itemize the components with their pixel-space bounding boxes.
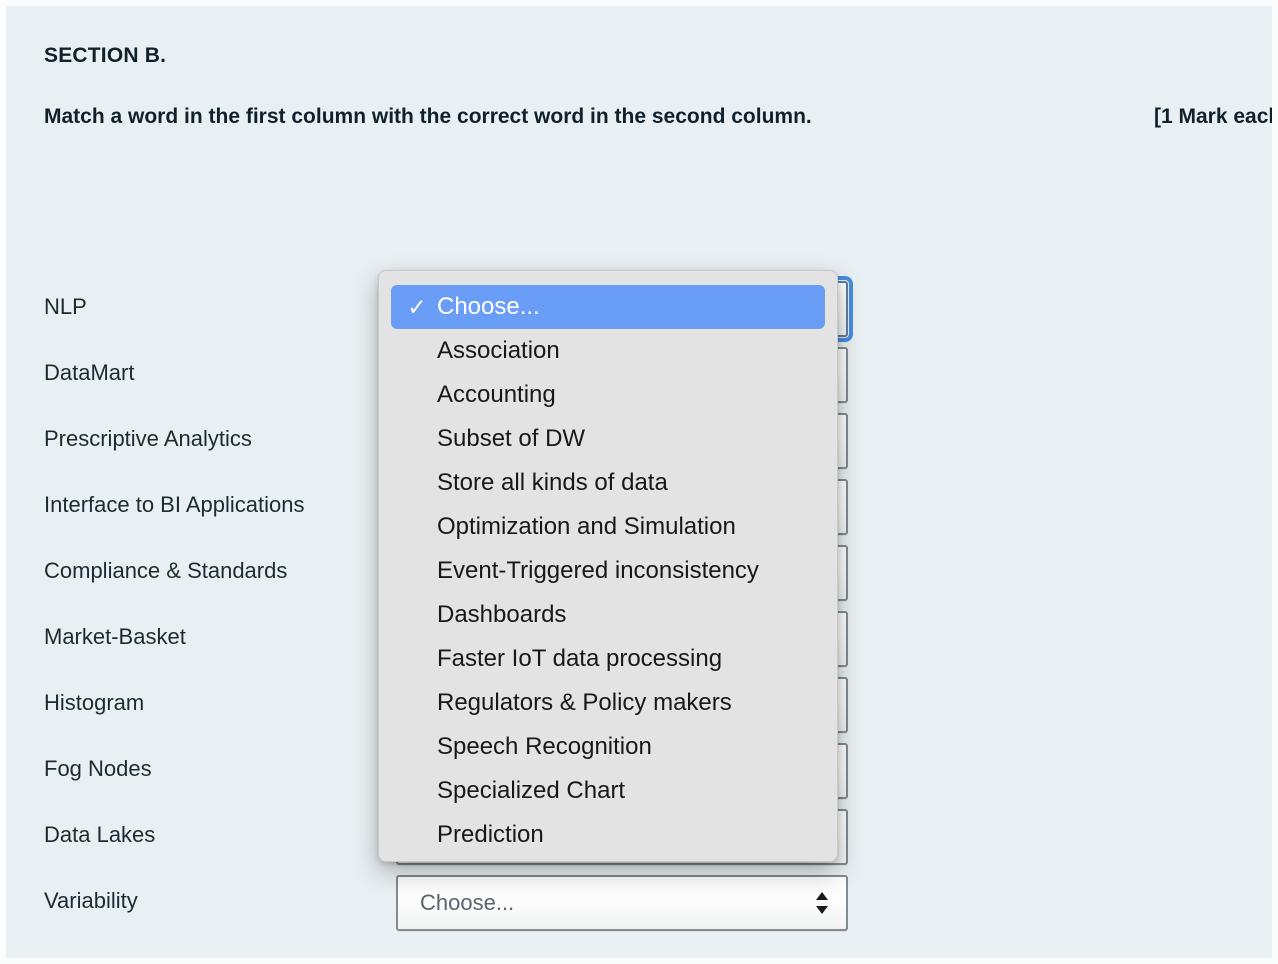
dropdown-option[interactable]: Association — [391, 329, 825, 373]
dropdown-option[interactable]: Optimization and Simulation — [391, 505, 825, 549]
instruction-text: Match a word in the first column with th… — [44, 105, 812, 128]
dropdown-option-label: Faster IoT data processing — [437, 645, 723, 672]
checkmark-icon: ✓ — [407, 294, 427, 320]
match-term-label: Fog Nodes — [44, 756, 152, 781]
match-term-label: Prescriptive Analytics — [44, 426, 252, 451]
dropdown-option[interactable]: Dashboards — [391, 593, 825, 637]
dropdown-option[interactable]: Prediction — [391, 813, 825, 857]
dropdown-option[interactable]: Faster IoT data processing — [391, 637, 825, 681]
dropdown-option[interactable]: Subset of DW — [391, 417, 825, 461]
dropdown-option-label: Association — [437, 337, 560, 364]
dropdown-option-label: Speech Recognition — [437, 733, 652, 760]
page-title: SECTION B. — [44, 44, 167, 67]
dropdown-option-label: Accounting — [437, 381, 556, 408]
dropdown-option[interactable]: ✓ Choose... — [391, 285, 825, 329]
dropdown-option-label: Prediction — [437, 821, 544, 848]
dropdown-option-label: Event-Triggered inconsistency — [437, 557, 759, 584]
dropdown-option-label: Specialized Chart — [437, 777, 626, 804]
dropdown-option-label: Regulators & Policy makers — [437, 689, 732, 716]
exam-page: SECTION B. Match a word in the first col… — [0, 0, 1278, 964]
match-row: Variability Choose... — [44, 868, 1244, 934]
match-term-label: Data Lakes — [44, 822, 156, 847]
match-term-label: Histogram — [44, 690, 145, 715]
dropdown-popup[interactable]: ✓ Choose... Association Accounting Subset of… — [378, 270, 838, 862]
match-term-label: DataMart — [44, 360, 135, 385]
dropdown-option-label: Store all kinds of data — [437, 469, 668, 496]
dropdown-option[interactable]: Regulators & Policy makers — [391, 681, 825, 725]
marks-note: [1 Mark each, Total 10 Marks] — [1154, 105, 1272, 128]
instruction-block: Match a word in the first column with th… — [44, 98, 1272, 136]
match-term-label: Market-Basket — [44, 624, 186, 649]
dropdown-option[interactable]: Accounting — [391, 373, 825, 417]
dropdown-option-label: Choose... — [437, 293, 540, 320]
answer-select-10[interactable]: Choose... — [396, 875, 848, 931]
dropdown-option-label: Subset of DW — [437, 425, 586, 452]
dropdown-option-label: Dashboards — [437, 601, 567, 628]
match-term-label: Interface to BI Applications — [44, 492, 305, 517]
header: SECTION B. Match a word in the first col… — [44, 44, 1272, 136]
match-term-label: Variability — [44, 888, 138, 913]
stepper-arrows-icon — [816, 892, 828, 914]
dropdown-option[interactable]: Specialized Chart — [391, 769, 825, 813]
dropdown-option-label: Optimization and Simulation — [437, 513, 736, 540]
dropdown-option[interactable]: Speech Recognition — [391, 725, 825, 769]
answer-select-value: Choose... — [420, 890, 515, 915]
dropdown-option[interactable]: Event-Triggered inconsistency — [391, 549, 825, 593]
match-term-label: Compliance & Standards — [44, 558, 288, 583]
match-term-label: NLP — [44, 294, 87, 319]
dropdown-option[interactable]: Store all kinds of data — [391, 461, 825, 505]
